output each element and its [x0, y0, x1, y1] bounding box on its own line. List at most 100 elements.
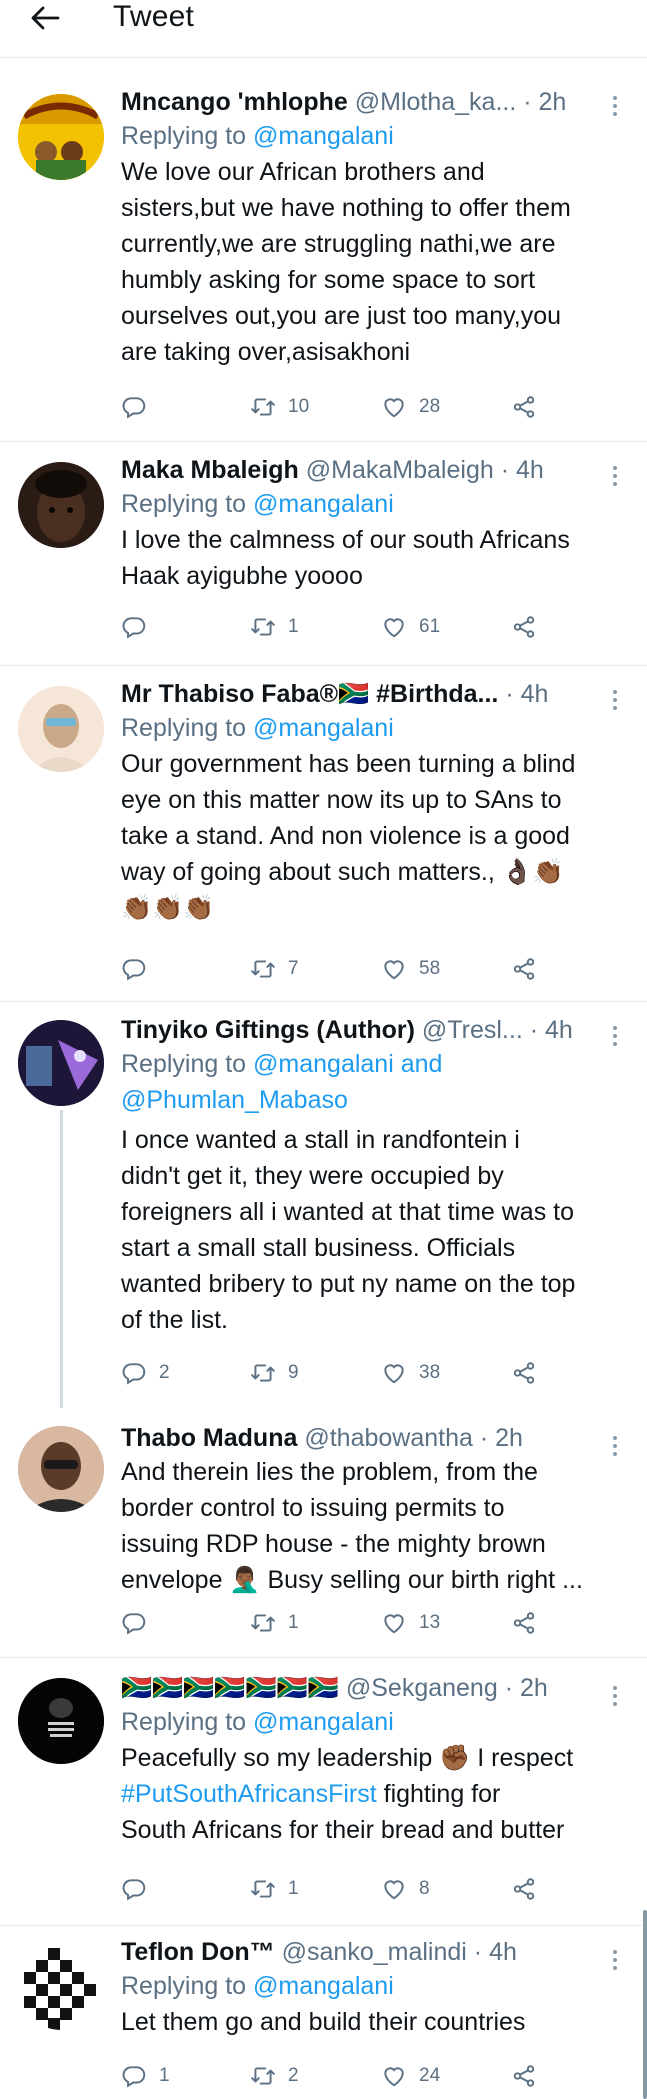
user-handle[interactable]: @thabowantha: [304, 1424, 473, 1452]
back-button[interactable]: [22, 0, 68, 36]
reply-icon: [121, 1610, 147, 1636]
replying-to: Replying to @mangalani: [121, 1704, 621, 1740]
mention-link[interactable]: @mangalani: [253, 490, 394, 518]
timestamp[interactable]: 2h: [495, 1424, 523, 1452]
display-name[interactable]: Tinyiko Giftings (Author): [121, 1016, 415, 1044]
share-icon: [511, 956, 537, 982]
display-name[interactable]: Mr Thabiso Faba®🇿🇦 #Birthda...: [121, 680, 498, 708]
tweet[interactable]: Thabo Maduna @thabowantha · 2h And there…: [0, 1408, 647, 1658]
display-name[interactable]: Mncango 'mhlophe: [121, 88, 348, 116]
display-name[interactable]: Thabo Maduna: [121, 1424, 297, 1452]
retweet-button[interactable]: 10: [250, 394, 309, 420]
avatar[interactable]: [18, 94, 104, 180]
like-button[interactable]: 38: [381, 1360, 440, 1386]
user-handle[interactable]: @Tresl...: [422, 1016, 523, 1044]
avatar[interactable]: [18, 1426, 104, 1512]
share-button[interactable]: [511, 1610, 537, 1636]
share-icon: [511, 1360, 537, 1386]
reply-button[interactable]: [121, 614, 159, 640]
share-button[interactable]: [511, 614, 537, 640]
avatar[interactable]: [18, 462, 104, 548]
user-handle[interactable]: @MakaMbaleigh: [306, 456, 494, 484]
mention-link[interactable]: @mangalani: [253, 1972, 394, 2000]
reply-button[interactable]: [121, 956, 159, 982]
more-icon[interactable]: [611, 1950, 619, 1970]
retweet-button[interactable]: 9: [250, 1360, 299, 1386]
like-button[interactable]: 8: [381, 1876, 430, 1902]
like-button[interactable]: 24: [381, 2063, 440, 2089]
retweet-button[interactable]: 1: [250, 614, 299, 640]
tweet-header: 🇿🇦🇿🇦🇿🇦🇿🇦🇿🇦🇿🇦🇿🇦 @Sekganeng · 2h: [121, 1672, 621, 1704]
mention-link[interactable]: @mangalani: [253, 1708, 394, 1736]
tweet[interactable]: 🇿🇦🇿🇦🇿🇦🇿🇦🇿🇦🇿🇦🇿🇦 @Sekganeng · 2h Replying …: [0, 1658, 647, 1926]
user-handle[interactable]: @Mlotha_ka...: [355, 88, 517, 116]
separator-dot: ·: [500, 456, 510, 484]
tweet[interactable]: Mr Thabiso Faba®🇿🇦 #Birthda... · 4h Repl…: [0, 666, 647, 1002]
timestamp[interactable]: 4h: [545, 1016, 573, 1044]
more-icon[interactable]: [611, 1026, 619, 1046]
timestamp[interactable]: 4h: [489, 1938, 517, 1966]
avatar[interactable]: [18, 1944, 104, 2030]
timestamp[interactable]: 4h: [521, 680, 549, 708]
like-button[interactable]: 61: [381, 614, 440, 640]
more-icon[interactable]: [611, 466, 619, 486]
scrollbar-thumb[interactable]: [643, 1910, 647, 2099]
timestamp[interactable]: 2h: [520, 1674, 548, 1702]
avatar[interactable]: [18, 1678, 104, 1764]
more-icon[interactable]: [611, 690, 619, 710]
mention-link[interactable]: @mangalani and: [253, 1050, 442, 1078]
timestamp[interactable]: 4h: [516, 456, 544, 484]
mention-link[interactable]: @mangalani: [253, 714, 394, 742]
tweet[interactable]: Maka Mbaleigh @MakaMbaleigh · 4h Replyin…: [0, 442, 647, 666]
mention-link[interactable]: @mangalani: [253, 122, 394, 150]
reply-button[interactable]: 1: [121, 2063, 170, 2089]
tweet-text: Let them go and build their countries: [121, 2004, 621, 2040]
reply-button[interactable]: [121, 1610, 159, 1636]
reply-button[interactable]: [121, 394, 159, 420]
reply-button[interactable]: 2: [121, 1360, 170, 1386]
mention-link[interactable]: @Phumlan_Mabaso: [121, 1082, 621, 1118]
share-button[interactable]: [511, 956, 537, 982]
display-name[interactable]: Maka Mbaleigh: [121, 456, 299, 484]
retweet-count: 1: [288, 1878, 299, 1899]
retweet-count: 1: [288, 616, 299, 637]
reply-button[interactable]: [121, 1876, 159, 1902]
hashtag-link[interactable]: #PutSouthAfricansFirst: [121, 1780, 377, 1808]
more-icon[interactable]: [611, 1686, 619, 1706]
retweet-count: 2: [288, 2065, 299, 2086]
retweet-button[interactable]: 1: [250, 1876, 299, 1902]
replying-prefix: Replying to: [121, 1050, 247, 1078]
retweet-button[interactable]: 1: [250, 1610, 299, 1636]
display-name[interactable]: Teflon Don™: [121, 1938, 275, 1966]
like-button[interactable]: 28: [381, 394, 440, 420]
replying-prefix: Replying to: [121, 1708, 247, 1736]
more-icon[interactable]: [611, 96, 619, 116]
display-name[interactable]: 🇿🇦🇿🇦🇿🇦🇿🇦🇿🇦🇿🇦🇿🇦: [121, 1674, 339, 1702]
like-button[interactable]: 58: [381, 956, 440, 982]
action-bar: 1 2 24: [121, 2063, 541, 2095]
share-button[interactable]: [511, 2063, 537, 2089]
timestamp[interactable]: 2h: [539, 88, 567, 116]
separator-dot: ·: [504, 1674, 514, 1702]
avatar[interactable]: [18, 686, 104, 772]
share-button[interactable]: [511, 1876, 537, 1902]
tweet-text: I love the calmness of our south African…: [121, 522, 621, 594]
reply-count: 1: [159, 2065, 170, 2086]
text-line: Haak ayigubhe yoooo: [121, 562, 363, 590]
like-button[interactable]: 13: [381, 1610, 440, 1636]
tweet[interactable]: Teflon Don™ @sanko_malindi · 4h Replying…: [0, 1926, 647, 2099]
reply-icon: [121, 614, 147, 640]
replying-to: Replying to @mangalani: [121, 118, 621, 154]
share-button[interactable]: [511, 394, 537, 420]
retweet-button[interactable]: 7: [250, 956, 299, 982]
tweet-text: Peacefully so my leadership ✊🏾 I respect…: [121, 1740, 621, 1848]
more-icon[interactable]: [611, 1436, 619, 1456]
user-handle[interactable]: @sanko_malindi: [282, 1938, 467, 1966]
user-handle[interactable]: @Sekganeng: [346, 1674, 498, 1702]
share-button[interactable]: [511, 1360, 537, 1386]
tweet[interactable]: Tinyiko Giftings (Author) @Tresl... · 4h…: [0, 1002, 647, 1408]
avatar[interactable]: [18, 1020, 104, 1106]
tweet[interactable]: Mncango 'mhlophe @Mlotha_ka... · 2h Repl…: [0, 76, 647, 442]
like-count: 28: [419, 396, 441, 417]
retweet-button[interactable]: 2: [250, 2063, 299, 2089]
